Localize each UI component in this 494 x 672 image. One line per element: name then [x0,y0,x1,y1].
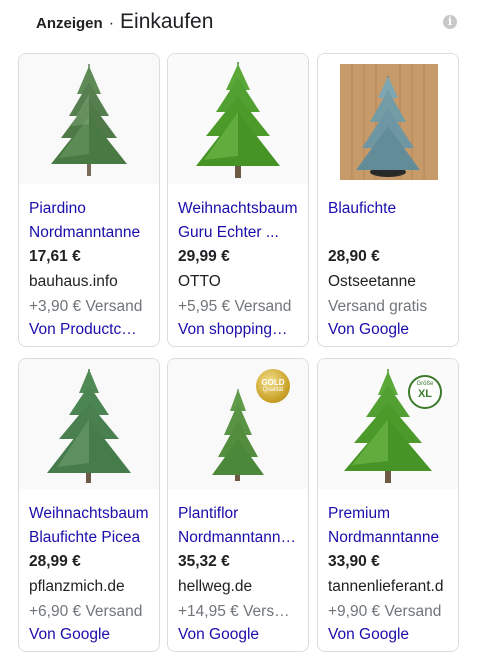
shipping-info: +6,90 € Versand [29,603,143,620]
size-xl-badge: Größe XL [408,375,442,409]
shipping-info: Versand gratis [328,298,428,315]
product-image[interactable] [19,54,159,184]
source-link[interactable]: Von Google [328,626,452,644]
product-title-line2[interactable]: Nordmanntanne… [178,529,302,547]
badge-text-xl: XL [417,388,433,400]
product-title-line1[interactable]: Weihnachtsbaum [29,505,153,523]
product-price: 17,61 € [29,248,81,265]
product-title-line2[interactable]: Blaufichte Picea [29,529,153,547]
merchant-name: bauhaus.info [29,273,118,290]
product-title-line2[interactable]: Guru Echter ... [178,224,302,242]
product-card[interactable]: GOLD Qualität Plantiflor Nordmanntanne… … [167,358,309,652]
product-card[interactable]: Weihnachtsbaum Blaufichte Picea 28,99 € … [18,358,160,652]
product-title-line1[interactable]: Premium [328,505,452,523]
christmas-tree-icon [318,359,458,489]
gold-quality-badge: GOLD Qualität [256,369,290,403]
christmas-tree-icon [318,54,458,184]
source-link[interactable]: Von Google [328,321,452,339]
merchant-name: pflanzmich.de [29,578,125,595]
shopping-header: Anzeigen · Einkaufen [36,10,213,38]
christmas-tree-icon [19,54,159,184]
product-title-line2[interactable]: Nordmanntanne [328,529,452,547]
product-price: 28,99 € [29,553,81,570]
header-separator: · [108,15,115,32]
product-image[interactable] [318,359,458,489]
product-title-line2[interactable]: Nordmanntanne [29,224,153,242]
ads-label: Anzeigen [36,15,103,32]
merchant-name: Ostseetanne [328,273,416,290]
badge-text-quality: Qualität [262,387,284,393]
section-title: Einkaufen [120,10,214,33]
product-title-line1[interactable]: Piardino [29,200,153,218]
source-link[interactable]: Von Google [178,626,302,644]
badge-text-size: Größe [416,381,434,387]
merchant-name: hellweg.de [178,578,253,595]
shipping-info: +9,90 € Versand [328,603,442,620]
product-price: 29,99 € [178,248,230,265]
product-image[interactable] [168,54,308,184]
source-link[interactable]: Von Productc… [29,321,153,339]
product-card[interactable]: Blaufichte 28,90 € Ostseetanne Versand g… [317,53,459,347]
product-title-line1[interactable]: Blaufichte [328,200,452,218]
merchant-name: OTTO [178,273,221,290]
product-title-line1[interactable]: Weihnachtsbaum [178,200,302,218]
product-card[interactable]: Größe XL Premium Nordmanntanne 33,90 € t… [317,358,459,652]
christmas-tree-icon [168,54,308,184]
source-link[interactable]: Von Google [29,626,153,644]
product-image[interactable] [19,359,159,489]
product-title-line1[interactable]: Plantiflor [178,505,302,523]
merchant-name: tannenlieferant.d [328,578,444,595]
product-price: 35,32 € [178,553,230,570]
product-price: 33,90 € [328,553,380,570]
shipping-info: +5,95 € Versand [178,298,292,315]
info-icon[interactable]: i [443,15,457,29]
shipping-info: +3,90 € Versand [29,298,143,315]
product-image[interactable] [318,54,458,184]
christmas-tree-icon [19,359,159,489]
shipping-info: +14,95 € Vers… [178,603,290,620]
product-price: 28,90 € [328,248,380,265]
product-card[interactable]: Weihnachtsbaum Guru Echter ... 29,99 € O… [167,53,309,347]
product-card[interactable]: Piardino Nordmanntanne 17,61 € bauhaus.i… [18,53,160,347]
source-link[interactable]: Von shopping… [178,321,302,339]
badge-text-gold: GOLD [261,378,285,387]
